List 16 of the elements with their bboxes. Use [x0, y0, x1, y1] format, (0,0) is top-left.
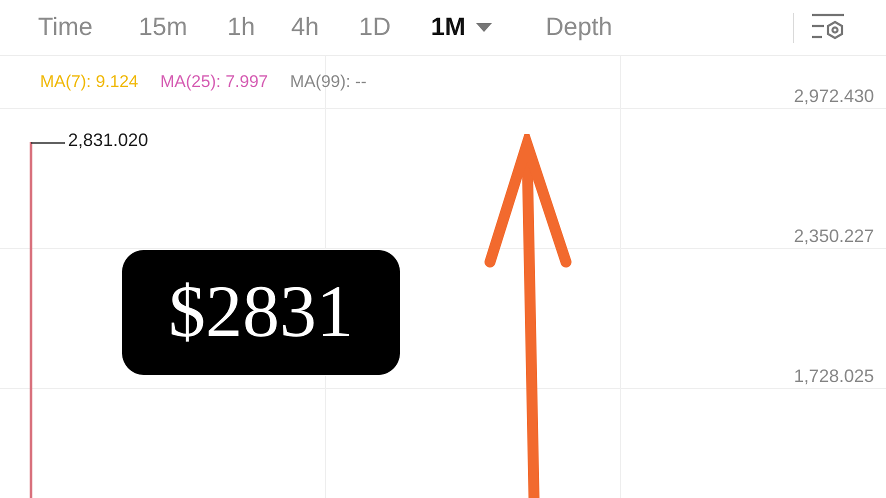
timeframe-tab[interactable]: 1M	[430, 13, 492, 42]
timeframe-tab[interactable]: Depth	[546, 13, 612, 42]
timeframe-tab[interactable]: 1h	[227, 13, 256, 42]
caret-icon	[476, 22, 492, 32]
moving-average-label: MA(7): 9.124	[40, 72, 138, 92]
price-axis-label: 2,350.227	[794, 226, 874, 247]
moving-average-label: MA(25): 7.997	[160, 72, 268, 92]
price-axis-label: 1,728.025	[794, 366, 874, 387]
timeframe-tab[interactable]: 15m	[138, 13, 188, 42]
price-callout: $2831	[122, 250, 400, 375]
timeframe-tab[interactable]: 1D	[358, 13, 391, 42]
timeframe-tab[interactable]: Time	[38, 13, 93, 42]
moving-average-label: MA(99): --	[290, 72, 366, 92]
high-price-label: 2,831.020	[68, 130, 148, 151]
timeframe-tab[interactable]: 4h	[291, 13, 319, 42]
price-axis-label: 2,972.430	[794, 86, 874, 107]
